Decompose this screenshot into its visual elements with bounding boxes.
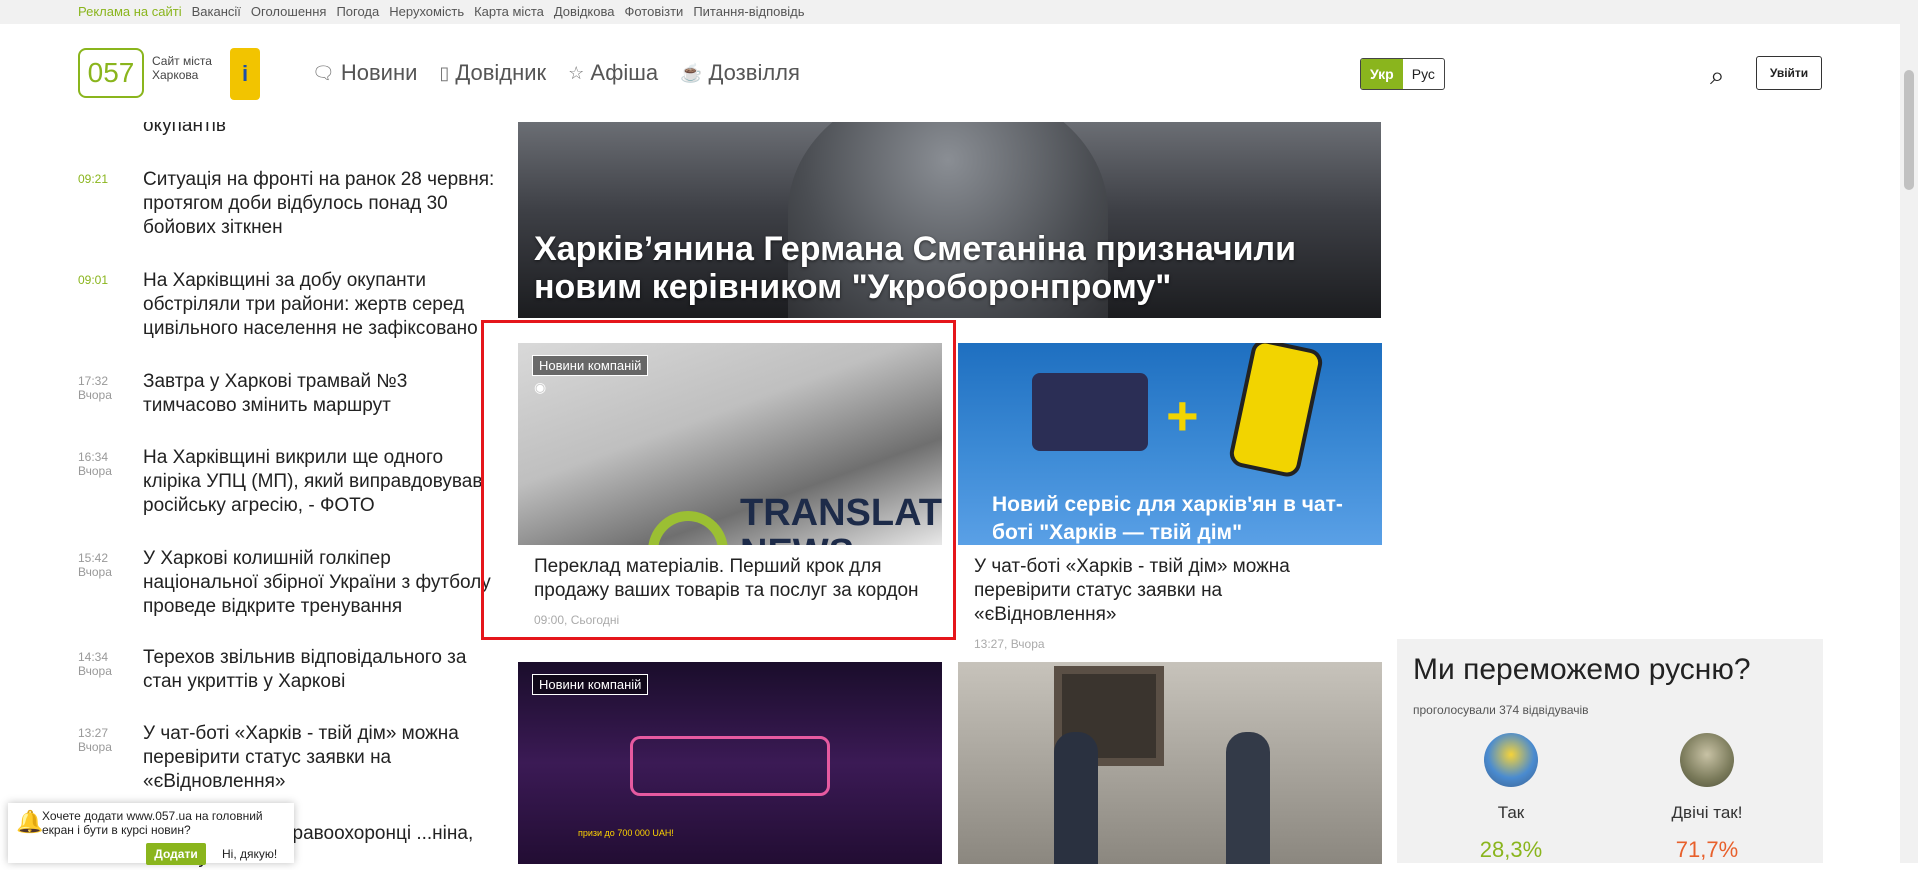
poll-option-twice-yes[interactable]: Двічі так! 71,7% xyxy=(1642,733,1772,863)
hero-title[interactable]: Харків’янина Германа Сметаніна призначил… xyxy=(534,230,1354,306)
person-illustration xyxy=(1054,732,1098,864)
topbar-link-qa[interactable]: Питання-відповідь xyxy=(693,0,804,24)
logo-caption-line1: Сайт міста xyxy=(152,54,212,68)
poll-option-label: Так xyxy=(1497,803,1525,822)
chat-bubble-icon: 🗨 xyxy=(312,62,335,83)
logo-caption: Сайт міста Харкова xyxy=(152,54,212,82)
person-illustration xyxy=(1226,732,1270,864)
news-time-value: 17:32 xyxy=(78,374,109,388)
site-logo[interactable]: 057 xyxy=(78,48,144,98)
news-date: Вчора xyxy=(78,565,112,579)
push-prompt-text: Хочете додати www.057.ua на головний екр… xyxy=(42,809,263,837)
book-icon: ▯ xyxy=(439,62,450,83)
nav-events-label: Афіша xyxy=(590,60,659,85)
poll-option-percent: 71,7% xyxy=(1675,837,1739,862)
card-image-text: Новий сервіс для харків'ян в чат-боті "Х… xyxy=(992,493,1343,544)
site-header: 057 Сайт міста Харкова i 🗨 Новини ▯ Дові… xyxy=(0,24,1900,122)
poll-option-percent: 28,3% xyxy=(1479,837,1543,862)
news-card-house[interactable] xyxy=(958,662,1382,864)
lang-ukr-button[interactable]: Укр xyxy=(1361,59,1403,89)
star-icon: ☆ xyxy=(568,62,585,83)
news-time-value: 15:42 xyxy=(78,551,109,565)
card-title[interactable]: У чат-боті «Харків - твій дім» можна пер… xyxy=(974,555,1366,627)
lang-rus-button[interactable]: Рус xyxy=(1403,59,1444,89)
news-title[interactable]: У Харкові колишній голкіпер національної… xyxy=(143,547,498,619)
push-notification-prompt: 🔔 Хочете додати www.057.ua на головний е… xyxy=(8,803,294,865)
login-button[interactable]: Увійти xyxy=(1756,56,1822,90)
poll-avatar xyxy=(1484,733,1538,787)
page-scrollbar[interactable] xyxy=(1900,24,1918,863)
poll-title: Ми переможемо русню? xyxy=(1413,653,1751,686)
news-time: 09:01 xyxy=(78,273,109,287)
news-date: Вчора xyxy=(78,664,112,678)
poll-subtitle: проголосували 374 відвідувачів xyxy=(1413,703,1589,717)
poll-widget: Ми переможемо русню? проголосували 374 в… xyxy=(1397,639,1823,863)
news-time: 15:42 Вчора xyxy=(78,551,138,579)
news-title[interactable]: Терехов звільнив відповідального за стан… xyxy=(143,646,498,694)
news-time: 09:21 xyxy=(78,172,109,186)
poll-option-yes[interactable]: Так 28,3% xyxy=(1446,733,1576,863)
news-date: Вчора xyxy=(78,740,112,754)
tablet-illustration xyxy=(1032,373,1148,451)
plus-icon: + xyxy=(1166,384,1199,447)
nav-directory[interactable]: ▯ Довідник xyxy=(439,60,546,86)
nav-news-label: Новини xyxy=(340,60,418,85)
news-date: Вчора xyxy=(78,464,112,478)
news-time: 16:34 Вчора xyxy=(78,450,138,478)
card-meta: 13:27, Вчора xyxy=(974,637,1045,651)
news-title[interactable]: На Харківщині за добу окупанти обстрілял… xyxy=(143,269,498,341)
push-add-button[interactable]: Додати xyxy=(146,843,206,865)
poll-avatar xyxy=(1680,733,1734,787)
poll-option-label: Двічі так! xyxy=(1671,803,1743,822)
nav-events[interactable]: ☆ Афіша xyxy=(568,60,658,86)
coffee-icon: ☕ xyxy=(680,62,703,83)
topbar-link-photos[interactable]: Фотовізти xyxy=(624,0,683,24)
nav-leisure-label: Дозвілля xyxy=(708,60,800,85)
card-image[interactable] xyxy=(958,662,1382,864)
bell-icon: 🔔 xyxy=(16,809,44,834)
search-icon[interactable]: ⌕ xyxy=(1710,60,1725,92)
news-date: Вчора xyxy=(78,388,112,402)
card-category-badge[interactable]: Новини компаній xyxy=(532,674,649,695)
news-time: 14:34 Вчора xyxy=(78,650,138,678)
push-decline-button[interactable]: Ні, дякую! xyxy=(222,847,277,861)
main-nav: 🗨 Новини ▯ Довідник ☆ Афіша ☕ Дозвілля xyxy=(312,60,800,86)
hero-news-card[interactable]: Харків’янина Германа Сметаніна призначил… xyxy=(518,122,1381,318)
news-card-drone[interactable]: призи до 700 000 UAH! Новини компаній xyxy=(518,662,942,864)
news-title[interactable]: Ситуація на фронті на ранок 28 червня: п… xyxy=(143,168,498,240)
news-card-chatbot[interactable]: + Новий сервіс для харків'ян в чат-боті … xyxy=(958,343,1382,651)
news-feed: окупантів 09:21 Ситуація на фронті на ра… xyxy=(78,0,498,868)
highlight-box xyxy=(481,320,956,640)
news-time: 17:32 Вчора xyxy=(78,374,138,402)
drone-illustration xyxy=(630,736,830,796)
news-title[interactable]: На Харківщині викрили ще одного кліріка … xyxy=(143,446,498,518)
news-time: 13:27 Вчора xyxy=(78,726,138,754)
topbar-link-directory[interactable]: Довідкова xyxy=(554,0,615,24)
network-badge-icon[interactable]: i xyxy=(230,48,260,100)
news-title[interactable]: У чат-боті «Харків - твій дім» можна пер… xyxy=(143,722,498,794)
logo-caption-line2: Харкова xyxy=(152,68,199,82)
card-image[interactable]: + Новий сервіс для харків'ян в чат-боті … xyxy=(958,343,1382,545)
language-switcher: Укр Рус xyxy=(1360,58,1445,90)
card-image-text: призи до 700 000 UAH! xyxy=(578,828,674,838)
nav-directory-label: Довідник xyxy=(455,60,547,85)
nav-news[interactable]: 🗨 Новини xyxy=(312,60,417,86)
scrollbar-thumb[interactable] xyxy=(1904,70,1914,190)
news-time-value: 16:34 xyxy=(78,450,109,464)
news-time-value: 13:27 xyxy=(78,726,109,740)
card-image[interactable]: призи до 700 000 UAH! Новини компаній xyxy=(518,662,942,864)
nav-leisure[interactable]: ☕ Дозвілля xyxy=(680,60,800,86)
phone-illustration xyxy=(1227,343,1325,480)
news-title[interactable]: Завтра у Харкові трамвай №3 тимчасово зм… xyxy=(143,370,498,418)
news-time-value: 14:34 xyxy=(78,650,109,664)
